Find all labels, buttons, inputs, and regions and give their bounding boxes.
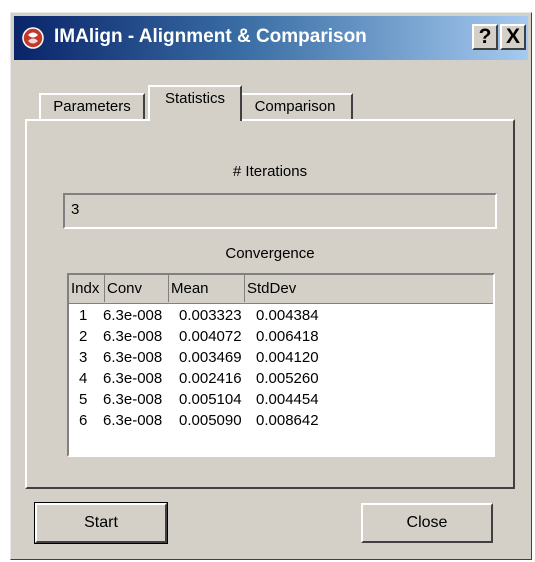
cell-mean: 0.005090 [179,412,242,429]
list-header: Indx Conv Mean StdDev [69,275,493,304]
cell-mean: 0.003469 [179,349,242,366]
column-header-conv[interactable]: Conv [105,275,169,302]
cell-conv: 6.3e-008 [103,370,163,387]
app-icon [22,27,44,49]
cell-mean: 0.004072 [179,328,242,345]
cell-mean: 0.005104 [179,391,242,408]
cell-conv: 6.3e-008 [103,412,163,429]
statistics-panel: # Iterations 3 Convergence Indx Conv Mea… [25,119,515,489]
cell-stddev: 0.004454 [256,391,319,408]
cell-stddev: 0.005260 [256,370,319,387]
tab-statistics[interactable]: Statistics [148,85,242,121]
window-title: IMAlign - Alignment & Comparison [54,26,367,47]
cell-index: 6 [79,412,88,429]
cell-index: 1 [79,307,88,324]
convergence-label: Convergence [225,245,315,262]
cell-stddev: 0.008642 [256,412,319,429]
cell-mean: 0.002416 [179,370,242,387]
column-header-mean[interactable]: Mean [169,275,245,302]
cell-conv: 6.3e-008 [103,307,163,324]
cell-index: 4 [79,370,88,387]
column-header-stddev[interactable]: StdDev [245,275,493,302]
cell-stddev: 0.004120 [256,349,319,366]
cell-index: 5 [79,391,88,408]
list-body: 1 6.3e-008 0.003323 0.004384 2 6.3e-008 … [69,305,493,431]
list-row[interactable]: 4 6.3e-008 0.002416 0.005260 [69,368,493,389]
list-row[interactable]: 1 6.3e-008 0.003323 0.004384 [69,305,493,326]
cell-index: 2 [79,328,88,345]
iterations-field[interactable]: 3 [63,193,497,229]
cell-stddev: 0.006418 [256,328,319,345]
cell-index: 3 [79,349,88,366]
convergence-list[interactable]: Indx Conv Mean StdDev 1 6.3e-008 0.00332… [67,273,495,457]
tab-parameters[interactable]: Parameters [39,93,145,120]
close-window-button[interactable]: X [500,24,526,50]
title-bar[interactable]: IMAlign - Alignment & Comparison ? X [14,16,528,60]
close-button[interactable]: Close [361,503,493,543]
start-button[interactable]: Start [34,502,168,544]
iterations-label: # Iterations [232,163,308,180]
list-row[interactable]: 6 6.3e-008 0.005090 0.008642 [69,410,493,431]
cell-conv: 6.3e-008 [103,349,163,366]
cell-mean: 0.003323 [179,307,242,324]
help-button[interactable]: ? [472,24,498,50]
tab-comparison[interactable]: Comparison [237,93,353,120]
cell-conv: 6.3e-008 [103,391,163,408]
dialog-window: IMAlign - Alignment & Comparison ? X Par… [10,12,532,560]
column-header-indx[interactable]: Indx [69,275,105,302]
list-row[interactable]: 5 6.3e-008 0.005104 0.004454 [69,389,493,410]
list-row[interactable]: 2 6.3e-008 0.004072 0.006418 [69,326,493,347]
list-row[interactable]: 3 6.3e-008 0.003469 0.004120 [69,347,493,368]
cell-conv: 6.3e-008 [103,328,163,345]
cell-stddev: 0.004384 [256,307,319,324]
